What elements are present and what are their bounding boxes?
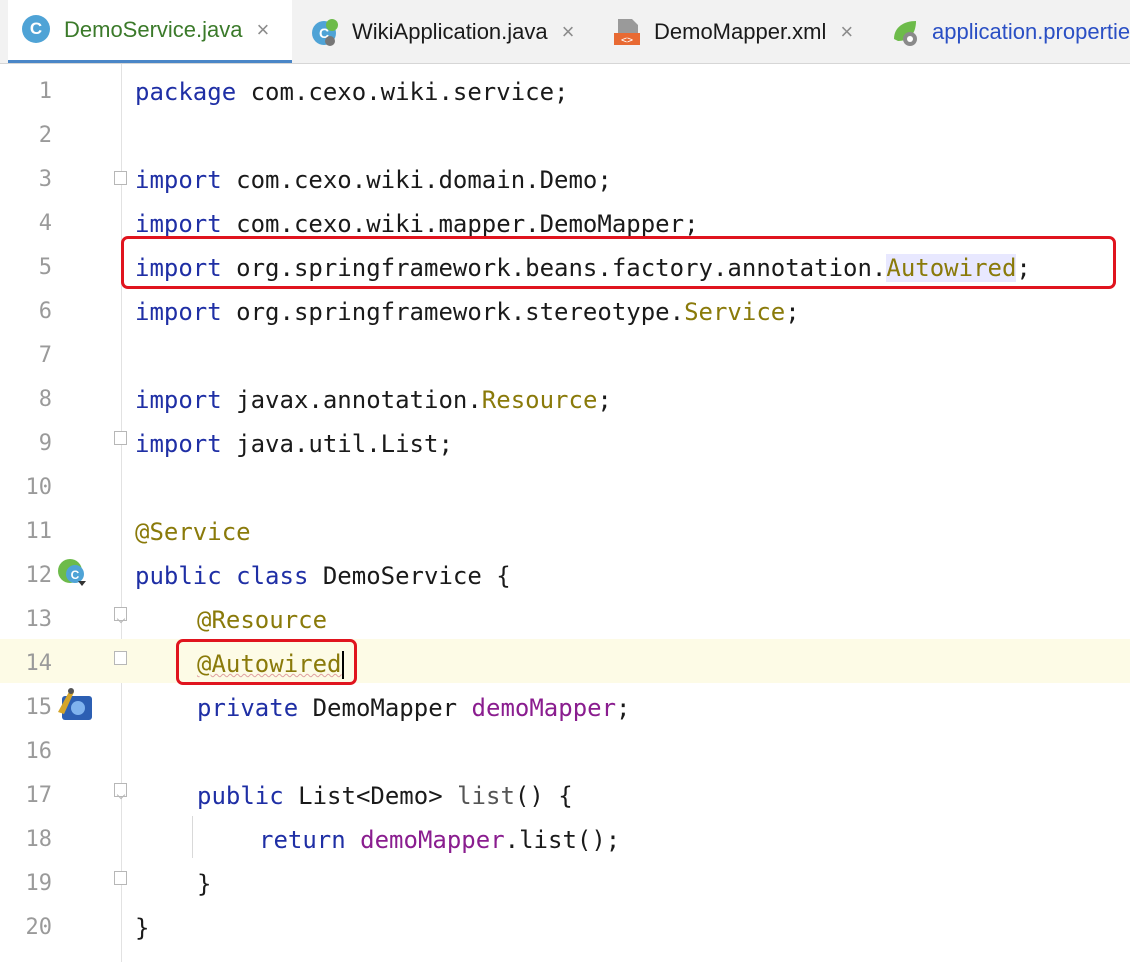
fold-marker-icon[interactable]	[114, 607, 127, 621]
svg-text:C: C	[71, 568, 80, 582]
tab-application-properties[interactable]: application.properties	[876, 0, 1130, 63]
code-line: 2	[0, 111, 1130, 155]
code-line: 3 import com.cexo.wiki.domain.Demo;	[0, 155, 1130, 199]
code-line: 11 @Service	[0, 507, 1130, 551]
code-line: 10	[0, 463, 1130, 507]
spring-properties-icon	[890, 17, 920, 47]
code-line: 1 package com.cexo.wiki.service;	[0, 67, 1130, 111]
code-line: 12 public class DemoService {	[0, 551, 1130, 595]
line-number: 7	[38, 343, 52, 368]
fold-marker-icon[interactable]	[114, 171, 127, 185]
tab-label: application.properties	[932, 18, 1130, 44]
line-number: 19	[25, 871, 53, 896]
fold-marker-icon[interactable]	[114, 783, 127, 797]
xml-file-icon: <>	[612, 17, 642, 47]
fold-marker-icon[interactable]	[114, 871, 127, 885]
svg-text:<>: <>	[621, 35, 633, 46]
line-number: 4	[38, 211, 52, 236]
line-number: 14	[25, 651, 53, 676]
spring-app-icon: C	[310, 17, 340, 47]
code-text: private DemoMapper demoMapper;	[197, 694, 631, 722]
class-letter: C	[22, 15, 50, 43]
code-line: 13 @Resource	[0, 595, 1130, 639]
line-number: 13	[25, 607, 53, 632]
fold-marker-icon[interactable]	[114, 431, 127, 445]
line-number: 20	[25, 915, 53, 940]
code-text: import com.cexo.wiki.domain.Demo;	[135, 166, 612, 194]
code-line: 6 import org.springframework.stereotype.…	[0, 287, 1130, 331]
code-line: 17 public List<Demo> list() {	[0, 771, 1130, 815]
code-text: }	[135, 914, 150, 942]
code-text: @Service	[135, 518, 251, 546]
code-line: 7	[0, 331, 1130, 375]
tab-demomapper-xml[interactable]: <> DemoMapper.xml ×	[598, 0, 876, 63]
code-text: return demoMapper.list();	[259, 826, 621, 854]
line-number: 8	[38, 387, 52, 412]
line-number: 5	[38, 255, 52, 280]
injection-point-icon[interactable]	[56, 686, 94, 727]
code-text: @Resource	[197, 606, 328, 634]
close-tab-icon[interactable]: ×	[257, 17, 270, 43]
editor-tab-bar: C DemoService.java × C WikiApplication.j…	[0, 0, 1130, 64]
code-text: public List<Demo> list() {	[197, 782, 573, 810]
highlight-box-autowired-annotation	[176, 639, 357, 685]
code-line: 8 import javax.annotation.Resource;	[0, 375, 1130, 419]
line-number: 15	[25, 695, 53, 720]
highlight-box-import-autowired	[121, 236, 1116, 289]
line-number: 9	[38, 431, 52, 456]
code-text: }	[197, 870, 212, 898]
code-line: 16	[0, 727, 1130, 771]
line-number: 17	[25, 783, 53, 808]
line-number: 12	[25, 563, 53, 588]
line-number: 18	[25, 827, 53, 852]
code-text: import javax.annotation.Resource;	[135, 386, 612, 414]
code-text: import java.util.List;	[135, 430, 453, 458]
code-text: public class DemoService {	[135, 562, 511, 590]
code-text: import org.springframework.stereotype.Se…	[135, 298, 800, 326]
code-line: 15 private DemoMapper demoMapper;	[0, 683, 1130, 727]
spring-bean-icon[interactable]: C	[56, 557, 90, 592]
code-line: 9 import java.util.List;	[0, 419, 1130, 463]
tab-label: WikiApplication.java	[352, 18, 548, 44]
line-number: 16	[25, 739, 53, 764]
line-number: 11	[25, 519, 53, 544]
line-number: 10	[25, 475, 53, 500]
code-line: 20 }	[0, 903, 1130, 947]
tab-demoservice-java[interactable]: C DemoService.java ×	[8, 0, 292, 63]
line-number: 6	[38, 299, 52, 324]
tab-wikiapplication-java[interactable]: C WikiApplication.java ×	[296, 0, 596, 63]
close-tab-icon[interactable]: ×	[562, 19, 575, 45]
tab-label: DemoService.java	[64, 17, 243, 42]
fold-marker-icon[interactable]	[114, 651, 127, 665]
code-line: 19 }	[0, 859, 1130, 903]
tab-label: DemoMapper.xml	[654, 18, 827, 44]
code-text: package com.cexo.wiki.service;	[135, 78, 569, 106]
line-number: 3	[38, 167, 52, 192]
close-tab-icon[interactable]: ×	[840, 19, 853, 45]
line-number: 2	[38, 123, 52, 148]
current-code-line: 14 @Autowired	[0, 639, 1130, 683]
code-line: 18 return demoMapper.list();	[0, 815, 1130, 859]
line-number: 1	[38, 79, 52, 104]
code-editor[interactable]: 1 package com.cexo.wiki.service; 2 3 imp…	[0, 64, 1130, 962]
java-class-icon: C	[22, 15, 52, 45]
indent-guide	[192, 816, 193, 858]
